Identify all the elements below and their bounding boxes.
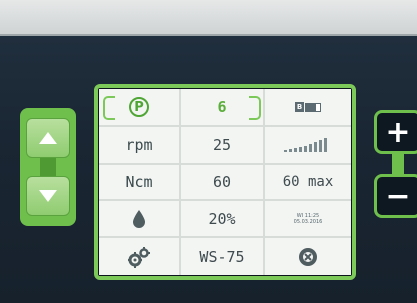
torque-value-cell[interactable]: 60 — [181, 165, 265, 201]
top-bezel — [0, 0, 417, 36]
speed-label: rpm — [125, 136, 153, 154]
date-readout: WI 11:25 05.03.2016 — [294, 213, 323, 225]
irrigation-value: 20% — [208, 209, 236, 228]
date-cell: WI 11:25 05.03.2016 — [265, 201, 351, 238]
round-logo-icon — [299, 247, 317, 266]
torque-value: 60 — [212, 173, 232, 191]
signal-bars-icon — [284, 138, 327, 152]
arrow-down-icon — [39, 190, 57, 202]
signal-cell — [265, 127, 351, 165]
selection-bracket-right — [249, 96, 261, 120]
irrigation-value-cell[interactable]: 20% — [181, 201, 265, 238]
handpiece-icon-cell — [99, 238, 181, 275]
handpiece-model: WS-75 — [199, 247, 245, 266]
battery-label: B — [294, 102, 305, 112]
torque-max-cell: 60 max — [265, 165, 351, 201]
down-button[interactable] — [26, 176, 70, 216]
torque-label: Ncm — [125, 173, 153, 191]
speed-value-cell[interactable]: 25 — [181, 127, 265, 165]
up-button[interactable] — [26, 118, 70, 158]
water-drop-icon — [133, 209, 145, 228]
torque-label-cell: Ncm — [99, 165, 181, 201]
battery-body — [305, 102, 322, 112]
minus-button[interactable]: − — [374, 174, 417, 218]
display-grid: P 6 B rpm 25 Ncm 60 60 max 20% WI 11:25 … — [99, 89, 351, 275]
speed-label-cell: rpm — [99, 127, 181, 165]
gears-icon — [128, 246, 150, 268]
handpiece-model-cell[interactable]: WS-75 — [181, 238, 265, 275]
speed-value: 25 — [212, 136, 232, 154]
irrigation-icon-cell — [99, 201, 181, 238]
date-bottom: 05.03.2016 — [293, 218, 323, 225]
selection-bracket-left — [103, 96, 115, 120]
device-panel: + − P 6 B rpm 25 Ncm 60 60 max 20% WI 11… — [0, 0, 417, 303]
navigation-control — [20, 108, 76, 226]
logo-cell — [265, 238, 351, 275]
arrow-up-icon — [39, 132, 57, 144]
date-time-top: WI 11:25 — [296, 212, 320, 219]
battery-icon: B — [294, 102, 322, 112]
plus-button[interactable]: + — [374, 110, 417, 154]
navigation-connector — [40, 158, 56, 176]
display-screen: P 6 B rpm 25 Ncm 60 60 max 20% WI 11:25 … — [99, 89, 351, 275]
plus-minus-connector — [392, 154, 404, 174]
program-selection-frame — [103, 92, 261, 124]
torque-max: 60 max — [282, 174, 334, 190]
battery-cell: B — [265, 89, 351, 127]
plus-minus-control: + − — [374, 110, 417, 220]
